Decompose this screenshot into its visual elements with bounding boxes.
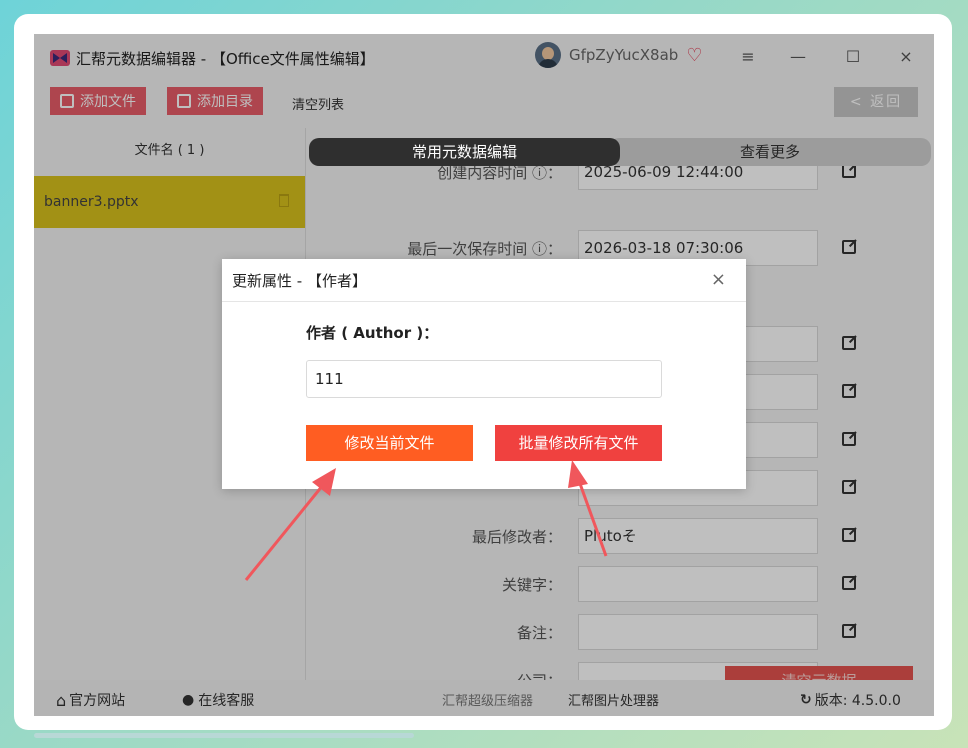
modify-current-file-button[interactable]: 修改当前文件 <box>306 425 473 461</box>
tab-common-metadata[interactable]: 常用元数据编辑 <box>309 138 620 166</box>
dialog-header: 更新属性 - 【作者】 × <box>222 259 746 302</box>
author-field-label: 作者 ( Author )： <box>306 324 439 342</box>
horizontal-scrollbar[interactable] <box>34 733 414 738</box>
dialog-close-icon[interactable]: × <box>711 269 726 290</box>
dialog-title: 更新属性 - 【作者】 <box>232 271 367 290</box>
author-input[interactable] <box>306 360 662 398</box>
batch-modify-all-button[interactable]: 批量修改所有文件 <box>495 425 662 461</box>
update-property-dialog: 更新属性 - 【作者】 × 作者 ( Author )： 修改当前文件 批量修改… <box>222 259 746 489</box>
